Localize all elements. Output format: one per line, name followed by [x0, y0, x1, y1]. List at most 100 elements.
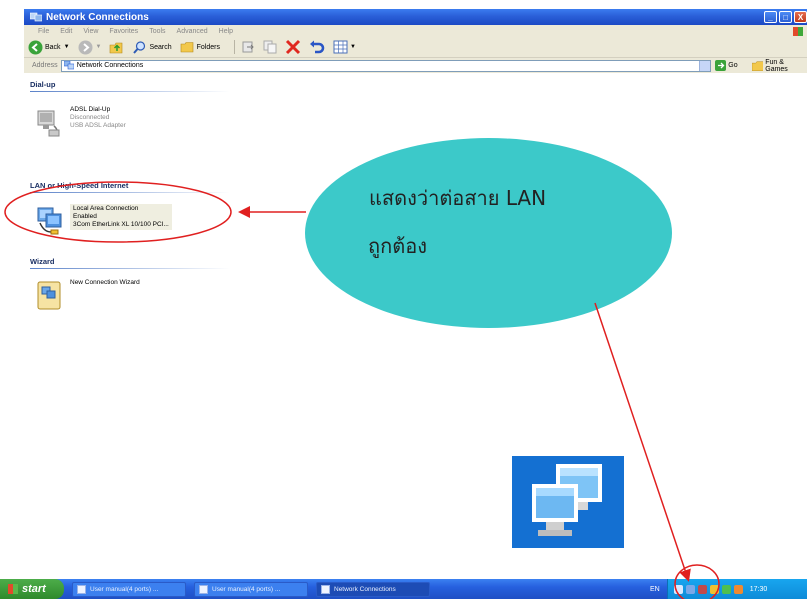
network-tray-icon-enlarged: [512, 456, 624, 548]
group-header-lan: LAN or High-Speed Internet: [30, 181, 129, 190]
address-dropdown-icon[interactable]: [699, 60, 711, 71]
undo-button[interactable]: [309, 39, 325, 55]
taskbar-item-user-manual-2[interactable]: User manual(4 ports) ...: [194, 581, 308, 597]
address-bar: Address Network Connections Go Fun & Gam…: [24, 57, 807, 73]
connection-details: ADSL Dial-Up Disconnected USB ADSL Adapt…: [70, 106, 126, 130]
callout-text-line1: แสดงว่าต่อสาย LAN: [369, 186, 547, 210]
menu-file[interactable]: File: [38, 28, 49, 35]
connection-name: Local Area Connection: [73, 205, 139, 212]
views-button[interactable]: ▼: [333, 40, 356, 54]
document-icon: [77, 584, 86, 594]
windows-logo-icon: [8, 584, 18, 594]
address-input[interactable]: Network Connections: [60, 59, 712, 72]
tray-icon[interactable]: [685, 584, 695, 594]
delete-x-icon: [285, 39, 301, 55]
callout-text-line2: ถูกต้อง: [368, 234, 427, 258]
connection-device: USB ADSL Adapter: [70, 122, 126, 129]
window-title-bar[interactable]: Network Connections _ □ X: [24, 9, 807, 25]
menu-advanced[interactable]: Advanced: [177, 28, 208, 35]
views-grid-icon: [333, 40, 348, 54]
back-arrow-icon: [28, 40, 43, 54]
system-tray: EN 17:30: [650, 579, 807, 599]
group-header-dialup: Dial-up: [30, 80, 56, 89]
move-to-icon: [242, 41, 254, 53]
group-divider: [30, 91, 230, 92]
forward-dropdown-icon[interactable]: ▼: [96, 44, 102, 50]
connection-status: Enabled: [73, 213, 97, 220]
connection-local-area[interactable]: Local Area Connection Enabled 3Com Ether…: [34, 204, 172, 236]
windows-logo-icon: [793, 26, 803, 36]
back-button[interactable]: Back ▼: [28, 40, 70, 55]
network-connections-icon: [321, 584, 330, 594]
fun-games-link[interactable]: Fun & Games: [751, 58, 807, 73]
menu-help[interactable]: Help: [219, 28, 233, 35]
menu-bar: File Edit View Favorites Tools Advanced …: [24, 25, 807, 37]
go-arrow-icon: [715, 60, 727, 71]
folders-label: Folders: [196, 43, 220, 51]
network-tray-icon[interactable]: [673, 584, 683, 594]
taskbar-item-network-connections[interactable]: Network Connections: [316, 581, 430, 597]
connection-device: 3Com EtherLink XL 10/100 PCI...: [73, 221, 169, 228]
toolbar-separator: [234, 40, 235, 54]
wizard-name: New Connection Wizard: [70, 279, 140, 286]
wizard-icon: [37, 281, 61, 310]
menu-favorites[interactable]: Favorites: [109, 28, 138, 35]
minimize-button[interactable]: _: [764, 11, 777, 23]
connection-details: Local Area Connection Enabled 3Com Ether…: [70, 204, 172, 230]
up-folder-icon: [110, 42, 123, 53]
search-icon: [133, 40, 146, 54]
folders-icon: [180, 41, 193, 52]
wizard-details: New Connection Wizard: [70, 279, 140, 287]
network-computers-icon: [532, 464, 602, 536]
lan-connection-icon: [37, 207, 62, 235]
go-button[interactable]: Go: [715, 60, 738, 71]
connection-status: Disconnected: [70, 114, 110, 121]
up-folder-button[interactable]: [109, 40, 124, 55]
forward-arrow-icon: [78, 40, 93, 54]
address-value: Network Connections: [76, 62, 144, 69]
tray-icon[interactable]: [733, 584, 743, 594]
folder-icon: [751, 60, 764, 71]
maximize-button[interactable]: □: [779, 11, 792, 23]
connection-name: ADSL Dial-Up: [70, 106, 111, 113]
go-label: Go: [728, 62, 738, 69]
copy-to-icon: [263, 40, 277, 54]
address-label: Address: [32, 62, 58, 69]
search-button[interactable]: Search: [132, 40, 172, 55]
start-button[interactable]: start: [0, 579, 64, 599]
fun-games-label: Fun & Games: [765, 58, 788, 73]
copy-to-button[interactable]: [263, 40, 277, 54]
group-divider: [30, 268, 230, 269]
back-label: Back: [45, 43, 61, 51]
taskbar-item-label: User manual(4 ports) ...: [212, 585, 281, 593]
tray-icon[interactable]: [721, 584, 731, 594]
taskbar: start User manual(4 ports) ... User manu…: [0, 579, 807, 599]
clock: 17:30: [749, 585, 768, 593]
menu-view[interactable]: View: [83, 28, 98, 35]
menu-edit[interactable]: Edit: [60, 28, 72, 35]
folders-button[interactable]: Folders: [180, 40, 220, 55]
standard-toolbar: Back ▼ ▼ Search Folders ▼: [24, 37, 807, 57]
forward-button[interactable]: ▼: [78, 40, 102, 55]
back-dropdown-icon[interactable]: ▼: [64, 44, 70, 50]
connection-adsl-dialup[interactable]: ADSL Dial-Up Disconnected USB ADSL Adapt…: [34, 106, 126, 138]
taskbar-item-label: User manual(4 ports) ...: [90, 585, 159, 593]
tray-icon[interactable]: [697, 584, 707, 594]
taskbar-item-user-manual-1[interactable]: User manual(4 ports) ...: [72, 581, 186, 597]
search-label: Search: [149, 43, 172, 51]
views-dropdown-icon[interactable]: ▼: [350, 44, 356, 50]
new-connection-wizard[interactable]: New Connection Wizard: [34, 279, 140, 311]
taskbar-item-label: Network Connections: [334, 585, 396, 593]
move-to-button[interactable]: [241, 40, 255, 54]
dialup-connection-icon: [37, 110, 60, 137]
menu-tools[interactable]: Tools: [149, 28, 165, 35]
tray-icon[interactable]: [709, 584, 719, 594]
undo-icon: [310, 40, 325, 54]
language-indicator[interactable]: EN: [650, 586, 660, 593]
group-header-wizard: Wizard: [30, 257, 55, 266]
close-button[interactable]: X: [794, 11, 807, 23]
delete-button[interactable]: [285, 39, 301, 55]
group-divider: [30, 192, 230, 193]
window-title: Network Connections: [46, 11, 149, 23]
network-connections-icon: [63, 61, 74, 70]
